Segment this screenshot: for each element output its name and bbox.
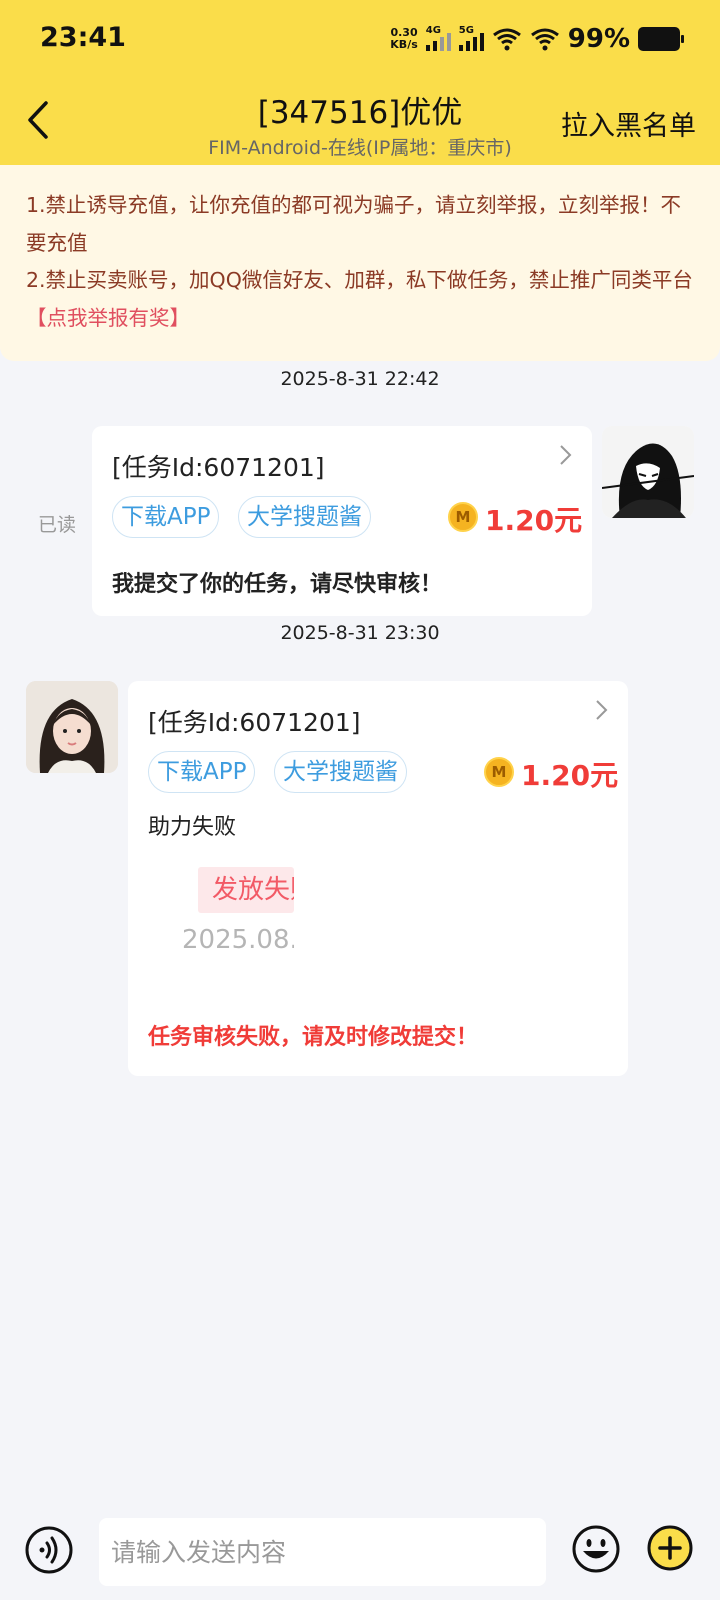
task-tag: 大学搜题酱 xyxy=(238,496,371,538)
message-timestamp: 2025-8-31 22:42 xyxy=(280,368,440,390)
blacklist-button[interactable]: 拉入黑名单 xyxy=(561,104,696,143)
signal-4g-label: 4G xyxy=(425,25,441,36)
signal-4g-icon: 4G xyxy=(425,25,451,51)
payout-failed-date: 2025.08.31 xyxy=(182,925,294,955)
message-text: 我提交了你的任务，请尽快审核！ xyxy=(112,572,443,597)
coin-icon: M xyxy=(448,502,478,532)
status-time: 23:41 xyxy=(40,22,126,53)
battery-icon xyxy=(638,27,684,51)
chevron-right-icon xyxy=(596,700,608,720)
girl-avatar-image xyxy=(26,681,118,773)
notice-line-2: 2.禁止买卖账号，加QQ微信好友、加群，私下做任务，禁止推广同类平台【点我举报有… xyxy=(26,262,694,337)
notice-line-2-text: 2.禁止买卖账号，加QQ微信好友、加群，私下做任务，禁止推广同类平台 xyxy=(26,268,693,292)
contact-avatar[interactable] xyxy=(26,681,118,773)
read-status: 已读 xyxy=(38,514,77,536)
coin-icon: M xyxy=(484,757,514,787)
emoji-button[interactable] xyxy=(571,1524,621,1574)
voice-input-button[interactable] xyxy=(24,1525,74,1575)
voice-icon xyxy=(25,1526,73,1574)
status-bar: 23:41 0.30 KB/s 4G 5G 99% xyxy=(0,0,720,80)
wifi-2-icon xyxy=(530,28,559,51)
task-tag: 下载APP xyxy=(148,751,256,793)
task-card-received[interactable]: [任务Id:6071201] 下载APP 大学搜题酱 M 1.20元 助力失败 … xyxy=(128,681,628,1076)
signal-5g-icon: 5G xyxy=(458,25,484,51)
task-tag: 大学搜题酱 xyxy=(274,751,407,793)
notice-line-1: 1.禁止诱导充值，让你充值的都可视为骗子，请立刻举报，立刻举报！不要充值 xyxy=(26,193,682,255)
status-icons: 0.30 KB/s 4G 5G 99% xyxy=(390,24,684,54)
payout-failed-stamp: 发放失败 xyxy=(198,867,294,913)
message-text: 助力失败 xyxy=(148,815,237,840)
plus-icon xyxy=(647,1525,693,1571)
task-id: [任务Id:6071201] xyxy=(112,453,325,482)
emoji-icon xyxy=(572,1525,620,1573)
task-card-sent[interactable]: [任务Id:6071201] 下载APP 大学搜题酱 M 1.20元 我提交了你… xyxy=(92,426,592,616)
warning-notice: 1.禁止诱导充值，让你充值的都可视为骗子，请立刻举报，立刻举报！不要充值 2.禁… xyxy=(0,165,720,361)
task-price: 1.20元 xyxy=(521,759,619,792)
message-input-box[interactable] xyxy=(99,1518,546,1586)
review-failed-text: 任务审核失败，请及时修改提交！ xyxy=(148,1025,479,1050)
wifi-icon xyxy=(492,28,521,51)
net-speed-unit: KB/s xyxy=(390,38,418,51)
anime-avatar-image xyxy=(602,426,694,518)
net-speed: 0.30 KB/s xyxy=(390,27,417,51)
task-price: 1.20元 xyxy=(485,504,583,537)
signal-5g-label: 5G xyxy=(458,25,474,36)
my-avatar[interactable] xyxy=(602,426,694,518)
message-input[interactable] xyxy=(99,1518,546,1586)
chevron-right-icon xyxy=(560,445,572,465)
report-link[interactable]: 【点我举报有奖】 xyxy=(26,306,190,330)
task-id: [任务Id:6071201] xyxy=(148,708,361,737)
task-tag: 下载APP xyxy=(112,496,220,538)
message-timestamp: 2025-8-31 23:30 xyxy=(280,622,440,644)
header: 23:41 0.30 KB/s 4G 5G 99% [347516]优优 FIM… xyxy=(0,0,720,165)
battery-percent: 99% xyxy=(567,24,630,54)
more-actions-button[interactable] xyxy=(646,1524,694,1572)
